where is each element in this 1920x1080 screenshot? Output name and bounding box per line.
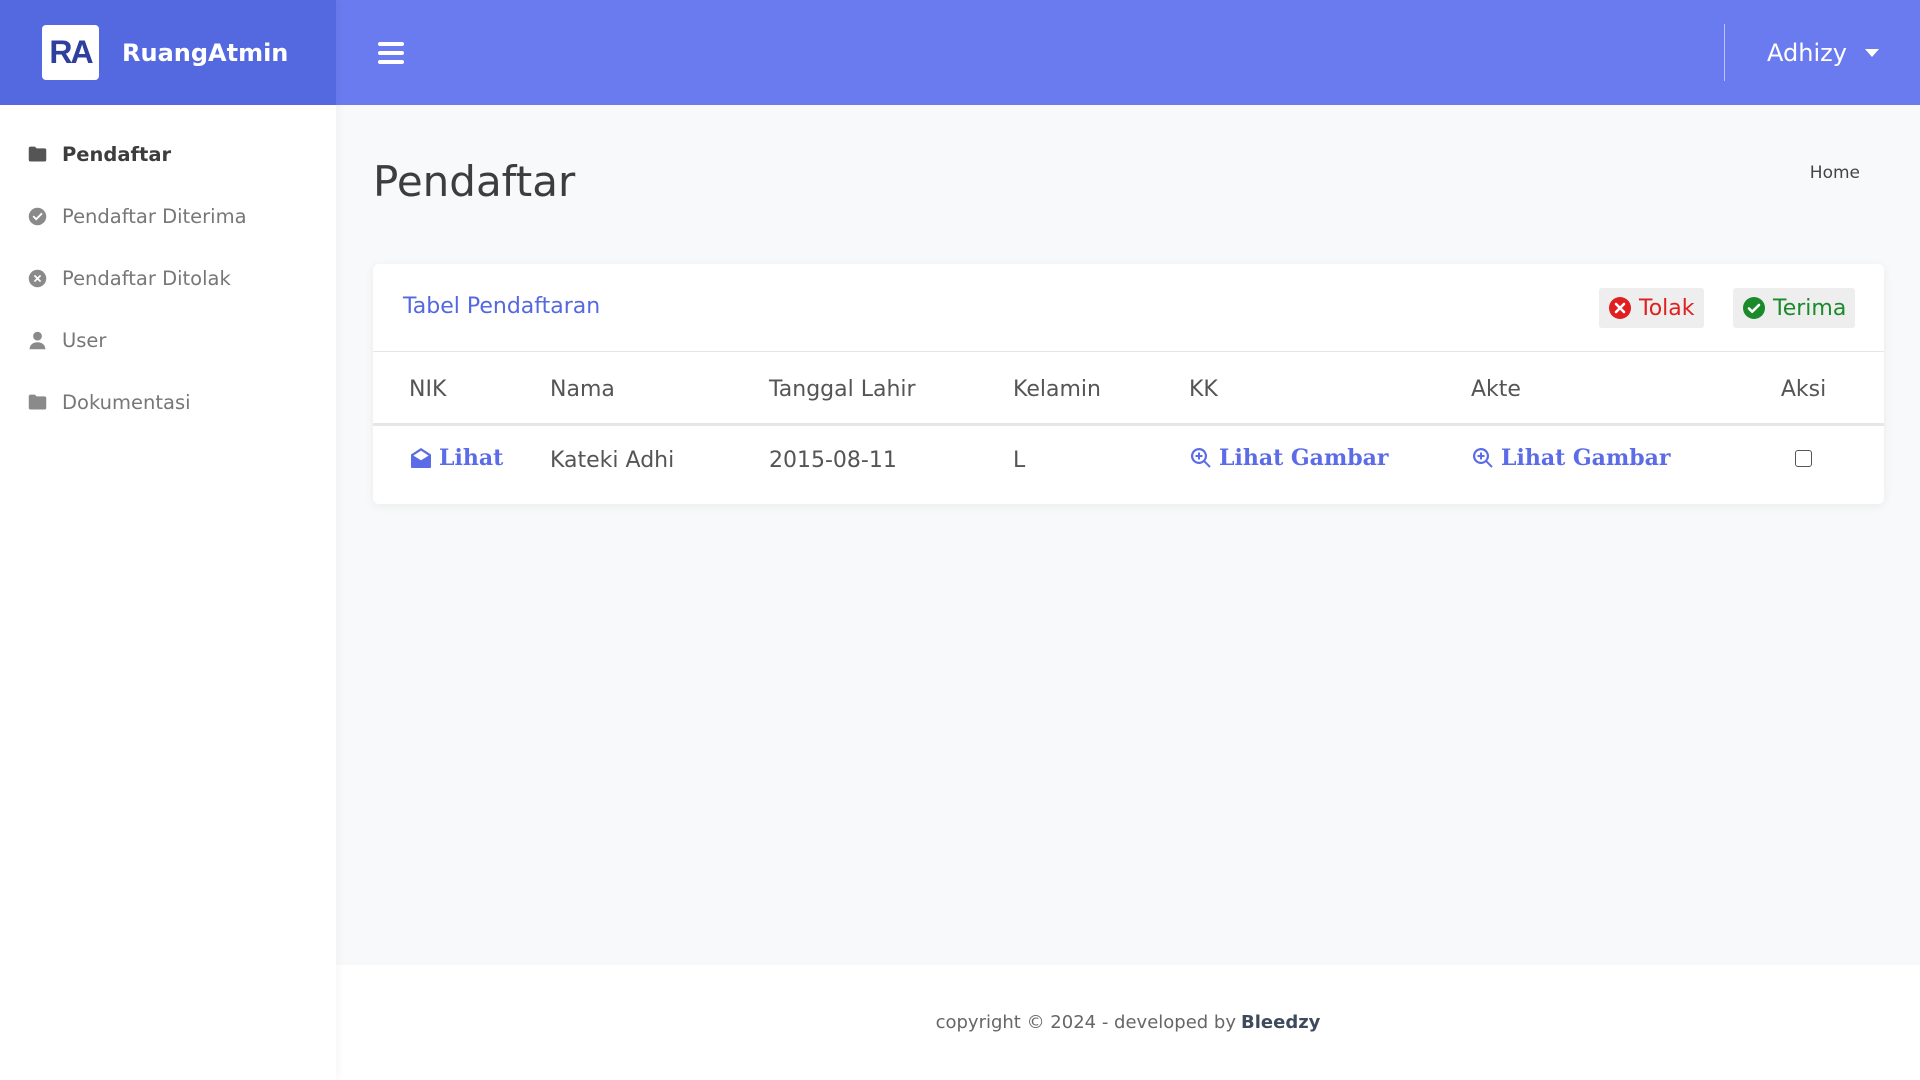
topbar-divider — [1724, 24, 1725, 81]
zoom-in-icon — [1190, 448, 1211, 468]
cell-tanggal-lahir: 2015-08-11 — [769, 448, 897, 474]
folder-icon — [26, 391, 48, 413]
caret-down-icon — [1864, 48, 1879, 57]
main-content: Pendaftar Home Tabel Pendaftaran Tolak T… — [336, 105, 1920, 965]
registration-table: NIK Nama Tanggal Lahir Kelamin KK Akte A… — [373, 352, 1884, 496]
envelope-open-icon — [411, 448, 431, 469]
table-header-row: NIK Nama Tanggal Lahir Kelamin KK Akte A… — [373, 352, 1884, 426]
brand[interactable]: RA RuangAtmin — [0, 0, 336, 105]
reject-button-label: Tolak — [1639, 295, 1695, 321]
sidebar-item-user[interactable]: User — [0, 309, 336, 371]
view-akte-label: Lihat Gambar — [1501, 445, 1671, 472]
side-menu: Pendaftar Pendaftar Diterima Pendaftar D… — [0, 105, 336, 433]
user-dropdown[interactable]: Adhizy — [1767, 0, 1879, 105]
cell-aksi — [1753, 424, 1884, 496]
zoom-in-icon — [1472, 448, 1493, 468]
user-icon — [26, 329, 48, 351]
topbar: Adhizy — [336, 0, 1920, 105]
sidebar-item-label: Pendaftar Diterima — [62, 204, 247, 228]
column-header-kelamin[interactable]: Kelamin — [1013, 352, 1189, 426]
accept-button[interactable]: Terima — [1733, 288, 1856, 328]
column-header-aksi: Aksi — [1753, 352, 1884, 426]
brand-name: RuangAtmin — [122, 38, 289, 67]
cell-kelamin: L — [1013, 448, 1026, 474]
sidebar: RA RuangAtmin Pendaftar Pendaftar Diteri… — [0, 0, 336, 1080]
sidebar-item-pendaftar-ditolak[interactable]: Pendaftar Ditolak — [0, 247, 336, 309]
page-title: Pendaftar — [373, 157, 576, 206]
x-circle-icon — [1609, 297, 1631, 319]
card-header: Tabel Pendaftaran Tolak Terima — [373, 264, 1884, 352]
check-circle-icon — [1743, 297, 1765, 319]
cell-nama: Kateki Adhi — [550, 448, 675, 474]
sidebar-item-dokumentasi[interactable]: Dokumentasi — [0, 371, 336, 433]
card-title: Tabel Pendaftaran — [403, 294, 601, 319]
footer-author-link[interactable]: Bleedzy — [1241, 1012, 1320, 1033]
view-nik-label: Lihat — [439, 445, 504, 472]
sidebar-item-label: Dokumentasi — [62, 390, 191, 414]
view-nik-link[interactable]: Lihat — [409, 445, 503, 471]
sidebar-item-label: Pendaftar Ditolak — [62, 266, 231, 290]
view-akte-link[interactable]: Lihat Gambar — [1471, 445, 1670, 471]
brand-logo: RA — [42, 25, 99, 80]
menu-toggle-icon[interactable] — [378, 41, 404, 64]
column-header-akte[interactable]: Akte — [1471, 352, 1753, 426]
cell-nik: Lihat — [373, 424, 550, 496]
footer-text: copyright © 2024 - developed by — [935, 1012, 1237, 1033]
registration-card: Tabel Pendaftaran Tolak Terima NIK Nama … — [373, 264, 1884, 504]
breadcrumb-home[interactable]: Home — [1810, 163, 1860, 183]
user-name: Adhizy — [1767, 38, 1847, 67]
sidebar-item-pendaftar-diterima[interactable]: Pendaftar Diterima — [0, 185, 336, 247]
sidebar-item-label: User — [62, 328, 107, 352]
x-circle-icon — [26, 267, 48, 289]
folder-icon — [26, 143, 48, 165]
view-kk-link[interactable]: Lihat Gambar — [1189, 445, 1388, 471]
column-header-kk[interactable]: KK — [1189, 352, 1471, 426]
footer: copyright © 2024 - developed by Bleedzy — [336, 965, 1920, 1080]
accept-button-label: Terima — [1773, 295, 1847, 321]
sidebar-item-pendaftar[interactable]: Pendaftar — [0, 123, 336, 185]
column-header-nama[interactable]: Nama — [550, 352, 769, 426]
cell-kk: Lihat Gambar — [1189, 424, 1471, 496]
reject-button[interactable]: Tolak — [1599, 288, 1704, 328]
check-circle-icon — [26, 205, 48, 227]
column-header-tanggal-lahir[interactable]: Tanggal Lahir — [769, 352, 1013, 426]
column-header-nik[interactable]: NIK — [373, 352, 550, 426]
table-row: Lihat Kateki Adhi 2015-08-11 L Lihat Gam… — [373, 424, 1884, 496]
cell-akte: Lihat Gambar — [1471, 424, 1753, 496]
view-kk-label: Lihat Gambar — [1219, 445, 1389, 472]
row-select-checkbox[interactable] — [1795, 450, 1812, 468]
sidebar-item-label: Pendaftar — [62, 142, 172, 166]
